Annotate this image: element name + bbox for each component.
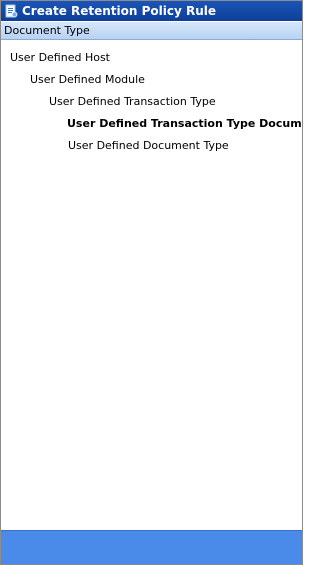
panel-header-label: Document Type xyxy=(4,24,90,37)
window-title: Create Retention Policy Rule xyxy=(22,4,217,18)
tree-item-document-type[interactable]: User Defined Document Type xyxy=(68,139,229,153)
tree-item-transaction-type[interactable]: User Defined Transaction Type xyxy=(49,95,216,109)
tree-item-host[interactable]: User Defined Host xyxy=(10,51,110,65)
tree-item-module[interactable]: User Defined Module xyxy=(30,73,145,87)
retention-policy-window: Create Retention Policy Rule Document Ty… xyxy=(0,0,303,565)
document-type-tree[interactable]: User Defined Host User Defined Module Us… xyxy=(1,41,302,529)
document-icon xyxy=(5,4,18,18)
document-type-header: Document Type xyxy=(1,22,302,40)
footer-bar xyxy=(1,530,302,564)
title-bar[interactable]: Create Retention Policy Rule xyxy=(1,1,302,21)
tree-item-transaction-type-documentation[interactable]: User Defined Transaction Type Documentat… xyxy=(67,117,302,131)
